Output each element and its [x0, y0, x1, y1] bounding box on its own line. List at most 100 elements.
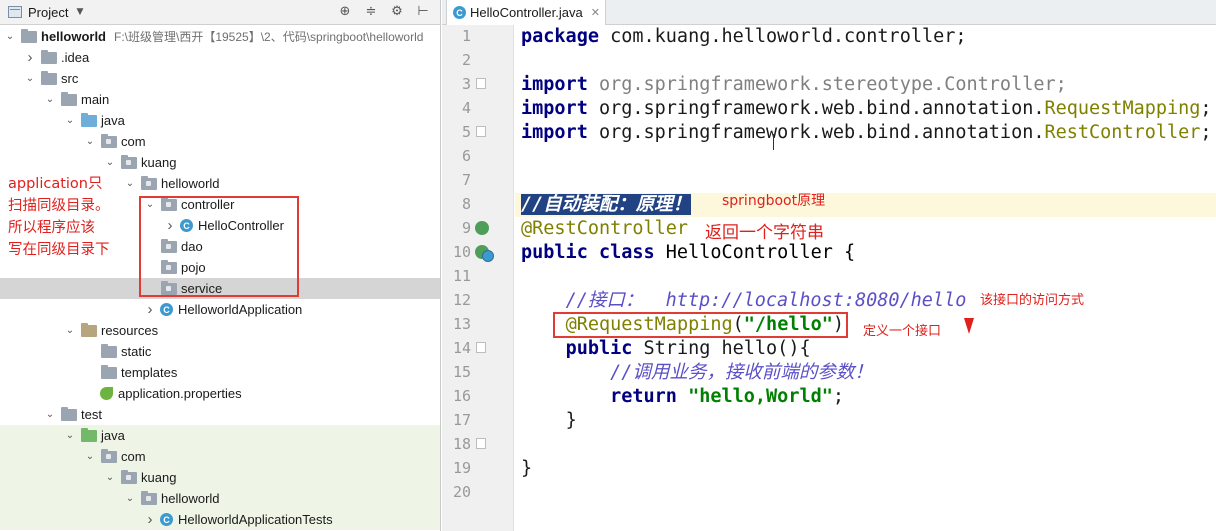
project-view-selector[interactable]: Project — [28, 5, 68, 20]
semicolon: ; — [1200, 122, 1212, 143]
line-number: 16 — [452, 387, 471, 405]
red-arrow-icon — [964, 318, 974, 334]
tree-item[interactable]: kuang — [0, 467, 440, 488]
line-number: 11 — [452, 267, 471, 285]
chevron-down-icon[interactable] — [64, 430, 76, 441]
tree-item[interactable]: C HelloworldApplication — [0, 299, 440, 320]
folder-icon — [81, 427, 97, 442]
tree-item[interactable]: main — [0, 89, 440, 110]
import-annotation: RestController — [1044, 122, 1201, 143]
line-number: 20 — [452, 483, 471, 501]
chevron-down-icon[interactable]: ▼ — [76, 7, 83, 17]
spring-properties-icon — [100, 387, 113, 400]
tree-item[interactable]: helloworld — [0, 488, 440, 509]
chevron-down-icon[interactable] — [24, 73, 36, 84]
tree-item-label: helloworld — [41, 29, 106, 44]
line-number: 7 — [461, 171, 471, 189]
collapse-all-icon[interactable]: ≑ — [363, 4, 379, 19]
class-icon: C — [160, 303, 173, 316]
tree-item[interactable]: kuang — [0, 152, 440, 173]
tree-item-label: helloworld — [161, 176, 220, 191]
tree-item-label: com — [121, 134, 146, 149]
class-icon: C — [453, 6, 466, 19]
chevron-down-icon[interactable] — [4, 31, 16, 42]
tree-item-label: src — [61, 71, 79, 86]
tree-item-label: helloworld — [161, 491, 220, 506]
chevron-down-icon[interactable] — [44, 409, 56, 420]
tree-item[interactable]: java — [0, 425, 440, 446]
keyword: import — [521, 98, 588, 119]
fold-marker-icon[interactable] — [476, 438, 486, 449]
spring-bean-icon[interactable] — [475, 221, 489, 235]
chevron-right-icon[interactable] — [144, 511, 156, 528]
code-line-3: import org.springframework.stereotype.Co… — [515, 73, 1216, 97]
tree-item[interactable]: C HelloworldApplicationTests — [0, 509, 440, 530]
class-declaration: HelloController { — [654, 242, 856, 263]
tree-item[interactable]: resources — [0, 320, 440, 341]
line-number: 14 — [452, 339, 471, 357]
tab-label: HelloController.java — [470, 5, 583, 20]
chevron-down-icon[interactable] — [44, 94, 56, 105]
close-icon[interactable]: ✕ — [591, 6, 600, 19]
tree-item[interactable]: templates — [0, 362, 440, 383]
chevron-right-icon[interactable] — [24, 49, 36, 66]
note-access-method: 该接口的访问方式 — [980, 293, 1085, 308]
tree-item[interactable]: application.properties — [0, 383, 440, 404]
project-view-icon — [8, 6, 22, 18]
project-panel-header: Project ▼ ⊕ ≑ ⚙ ⊢ — [0, 0, 440, 25]
tree-item[interactable]: helloworld F:\班级管理\西开【19525】\2、代码\springb… — [0, 26, 440, 47]
tree-item[interactable]: .idea — [0, 47, 440, 68]
chevron-down-icon[interactable] — [64, 115, 76, 126]
package-icon — [121, 469, 137, 484]
chevron-down-icon[interactable] — [104, 472, 116, 483]
code-line-19: } — [515, 457, 1216, 481]
package-dot — [106, 453, 111, 459]
chevron-down-icon[interactable] — [104, 157, 116, 168]
hide-panel-icon[interactable]: ⊢ — [415, 4, 431, 19]
tree-item-label: kuang — [141, 155, 177, 170]
folder-icon — [41, 49, 57, 64]
tree-item-label: static — [121, 344, 152, 359]
fold-marker-icon[interactable] — [476, 126, 486, 137]
chevron-down-icon[interactable] — [84, 136, 96, 147]
annotation-line: 所以程序应该 — [8, 220, 95, 236]
tree-item[interactable]: java — [0, 110, 440, 131]
tree-item-label: templates — [121, 365, 178, 380]
class-run-icon[interactable] — [482, 250, 494, 262]
chevron-right-icon[interactable] — [144, 301, 156, 318]
comment-url: //接口： http://localhost:8080/hello — [565, 290, 967, 311]
code-line-14: public String hello(){ — [515, 337, 1216, 361]
package-dot — [146, 495, 151, 501]
tree-item[interactable]: src — [0, 68, 440, 89]
gear-icon[interactable]: ⚙ — [389, 4, 405, 19]
tab-hellocontroller[interactable]: C HelloController.java ✕ — [446, 0, 606, 25]
tree-item[interactable]: static — [0, 341, 440, 362]
tree-item-label: java — [101, 113, 125, 128]
package-icon — [121, 154, 137, 169]
class-icon: C — [160, 513, 173, 526]
semicolon: ; — [832, 386, 845, 407]
tree-item-label: com — [121, 449, 146, 464]
editor-gutter: 1 2 3 4 5 6 7 8 9 10 11 12 13 14 15 16 17 18 19 20 — [442, 25, 514, 531]
package-name: com.kuang.helloworld.controller; — [598, 26, 967, 47]
fold-marker-icon[interactable] — [476, 342, 486, 353]
code-area[interactable]: package com.kuang.helloworld.controller;… — [515, 25, 1216, 531]
closing-brace: } — [521, 458, 533, 479]
tree-item-label: resources — [101, 323, 159, 338]
selected-comment: //自动装配：原理！ — [521, 194, 692, 215]
tree-item[interactable]: com — [0, 446, 440, 467]
tree-item[interactable]: test — [0, 404, 440, 425]
package-icon — [141, 490, 157, 505]
chevron-down-icon[interactable] — [124, 493, 136, 504]
chevron-down-icon[interactable] — [84, 451, 96, 462]
code-editor: C HelloController.java ✕ 1 2 3 4 5 6 7 8 9 10 11 12… — [442, 0, 1216, 531]
line-number: 2 — [461, 51, 471, 69]
line-number: 4 — [461, 99, 471, 117]
chevron-down-icon[interactable] — [64, 325, 76, 336]
line-number: 18 — [452, 435, 471, 453]
import-annotation: RequestMapping — [1044, 98, 1201, 119]
tree-item[interactable]: com — [0, 131, 440, 152]
text-cursor — [773, 134, 774, 150]
fold-marker-icon[interactable] — [476, 78, 486, 89]
locate-file-icon[interactable]: ⊕ — [337, 4, 353, 19]
